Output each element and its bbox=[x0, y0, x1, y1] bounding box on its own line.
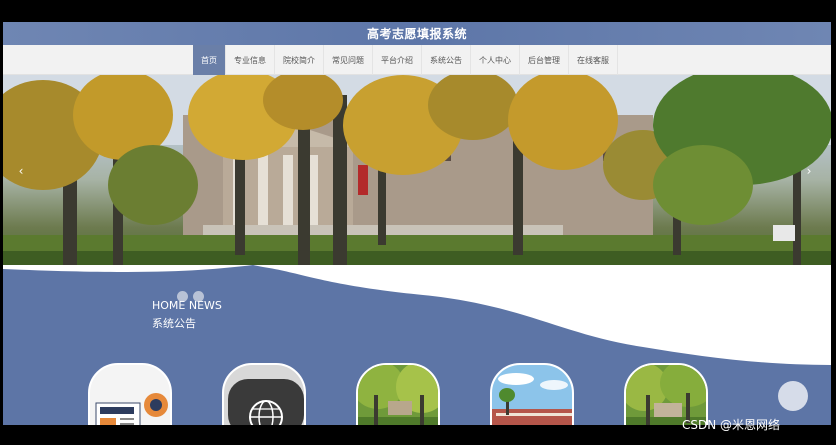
carousel-prev-button[interactable]: ‹ bbox=[13, 163, 29, 179]
campus-photo-image bbox=[358, 365, 438, 425]
nav-item-colleges[interactable]: 院校简介 bbox=[275, 45, 324, 75]
building-photo-image bbox=[492, 365, 572, 425]
home-news-section: HOME NEWS 系统公告 bbox=[3, 265, 831, 425]
nav-item-admin[interactable]: 后台管理 bbox=[520, 45, 569, 75]
top-nav: 首页 专业信息 院校简介 常见问题 平台介绍 系统公告 个人中心 后台管理 在线… bbox=[3, 45, 831, 75]
nav-item-announcements[interactable]: 系统公告 bbox=[422, 45, 471, 75]
title-bar: 高考志愿填报系统 bbox=[3, 22, 831, 45]
campus-banner-image bbox=[3, 75, 831, 265]
news-card[interactable] bbox=[222, 363, 306, 425]
section-title-cn: 系统公告 bbox=[152, 317, 196, 330]
news-card[interactable] bbox=[490, 363, 574, 425]
page: 高考志愿填报系统 首页 专业信息 院校简介 常见问题 平台介绍 系统公告 个人中… bbox=[3, 22, 831, 425]
app-title: 高考志愿填报系统 bbox=[366, 27, 467, 41]
watermark-text: CSDN @米恩网络 bbox=[682, 418, 781, 432]
nav-item-platform[interactable]: 平台介绍 bbox=[373, 45, 422, 75]
nav-item-home[interactable]: 首页 bbox=[193, 45, 226, 75]
chevron-right-icon: › bbox=[806, 164, 812, 178]
carousel-next-button[interactable]: › bbox=[801, 163, 817, 179]
section-title-en: HOME NEWS bbox=[152, 299, 222, 312]
nav-item-majors[interactable]: 专业信息 bbox=[226, 45, 275, 75]
news-paper-image bbox=[90, 365, 170, 425]
nav-items: 首页 专业信息 院校简介 常见问题 平台介绍 系统公告 个人中心 后台管理 在线… bbox=[193, 45, 618, 75]
screen-frame: 高考志愿填报系统 首页 专业信息 院校简介 常见问题 平台介绍 系统公告 个人中… bbox=[0, 0, 836, 445]
news-card[interactable] bbox=[356, 363, 440, 425]
nav-item-support[interactable]: 在线客服 bbox=[569, 45, 618, 75]
chevron-left-icon: ‹ bbox=[18, 164, 24, 178]
news-card[interactable] bbox=[88, 363, 172, 425]
back-to-top-button[interactable] bbox=[778, 381, 808, 411]
nav-item-faq[interactable]: 常见问题 bbox=[324, 45, 373, 75]
nav-item-profile[interactable]: 个人中心 bbox=[471, 45, 520, 75]
news-globe-image bbox=[224, 365, 304, 425]
banner-carousel: ‹ › bbox=[3, 75, 831, 265]
